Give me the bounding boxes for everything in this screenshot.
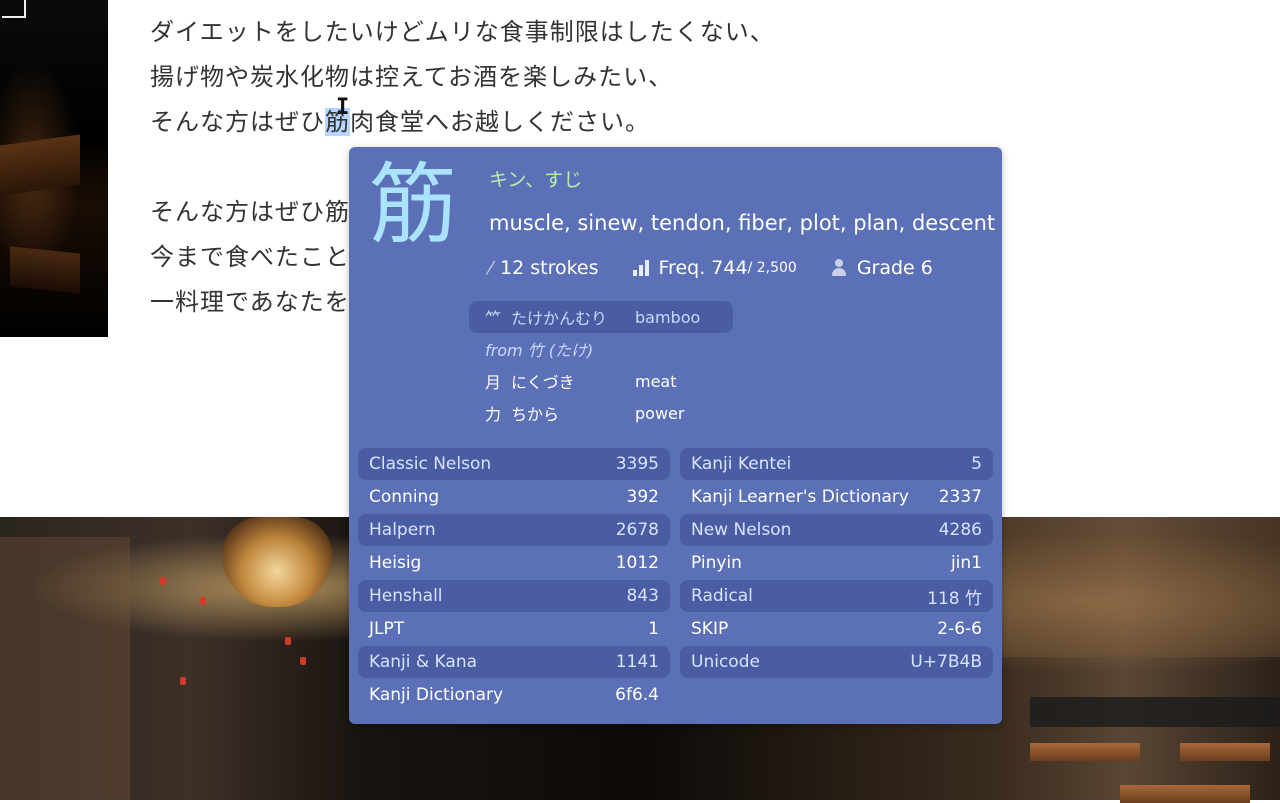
component-reading: にくづき [511, 373, 575, 392]
ref-label: JLPT [369, 619, 405, 639]
strokes-info: ⁄ 12 strokes [489, 257, 599, 279]
text-line: そんな方はぜひ筋肉食堂へお越しください。 [150, 100, 775, 145]
radical-char: ⺮ [485, 309, 502, 328]
ref-value: 1 [648, 619, 659, 639]
ref-value: 843 [626, 586, 659, 606]
text-segment: 肉食堂へお越しください。 [350, 108, 650, 136]
photo-light [180, 677, 186, 685]
photo-table [1120, 785, 1250, 803]
photo-table [0, 134, 80, 196]
ref-row: Kanji & Kana 1141 [358, 646, 670, 678]
kanji-readings: キン、すじ [489, 169, 583, 191]
radical-reading: たけかんむり [511, 309, 608, 328]
photo-light [200, 597, 206, 605]
text-segment: そんな方はぜひ [150, 108, 325, 136]
references-left: Classic Nelson 3395 Conning 392 Halpern 267… [358, 448, 670, 712]
ref-value: 2678 [615, 520, 659, 540]
kanji-popup: 筋 キン、すじ muscle, sinew, tendon, fiber, pl… [349, 147, 1002, 724]
photo-decoration [2, 0, 26, 18]
ref-row: New Nelson 4286 [680, 514, 993, 546]
popup-kanji: 筋 [369, 153, 458, 256]
ref-row: Halpern 2678 [358, 514, 670, 546]
pencil-icon: ⁄ [489, 257, 493, 279]
ref-label: Kanji Learner's Dictionary [691, 487, 909, 507]
ref-value: 1141 [615, 652, 659, 672]
ref-label: Kanji & Kana [369, 652, 478, 672]
photo-light [160, 577, 166, 585]
ref-label: Radical [691, 586, 753, 606]
frequency-info: Freq. 744 / 2,500 [632, 257, 797, 279]
photo-bench [1030, 697, 1280, 727]
ref-value: 392 [626, 487, 659, 507]
radical-meaning: bamboo [635, 307, 701, 327]
radical-from: from 竹 (たけ) [485, 341, 594, 360]
person-icon [831, 259, 847, 277]
ref-row: Conning 392 [358, 481, 670, 513]
photo-light [300, 657, 306, 665]
frequency-value: Freq. 744 [658, 257, 748, 279]
photo-lamp [222, 517, 332, 607]
text-cursor-icon: I [336, 95, 350, 120]
ref-row: Classic Nelson 3395 [358, 448, 670, 480]
references-right: Kanji Kentei 5 Kanji Learner's Dictionary… [680, 448, 993, 679]
grade-info: Grade 6 [831, 257, 933, 279]
kanji-meta: ⁄ 12 strokes Freq. 744 / 2,500 Grade 6 [489, 257, 967, 279]
component-char: 力 [485, 405, 502, 424]
ref-row: JLPT 1 [358, 613, 670, 645]
frequency-total: / 2,500 [747, 260, 797, 276]
radical-row: ⺮ たけかんむり bamboo [469, 301, 733, 333]
component-row: 月 にくづき meat [469, 365, 677, 397]
ref-value: 1012 [615, 553, 659, 573]
photo-table [1180, 743, 1270, 761]
strokes-value: 12 strokes [500, 257, 599, 279]
ref-row: SKIP 2-6-6 [680, 613, 993, 645]
ref-row: Unicode U+7B4B [680, 646, 993, 678]
ref-label: Unicode [691, 652, 760, 672]
ref-value: jin1 [950, 553, 982, 573]
component-row: 力 ちから power [469, 397, 684, 429]
ref-value: U+7B4B [910, 652, 982, 672]
photo-table [1030, 743, 1140, 761]
component-meaning: meat [635, 371, 677, 391]
ref-row: Henshall 843 [358, 580, 670, 612]
ref-row: Kanji Kentei 5 [680, 448, 993, 480]
ref-value: 6f6.4 [615, 685, 659, 705]
ref-label: Heisig [369, 553, 422, 573]
component-meaning: power [635, 403, 685, 423]
component-char: 月 [485, 373, 502, 392]
photo-light [285, 637, 291, 645]
ref-value: 2-6-6 [937, 619, 982, 639]
ref-label: Pinyin [691, 553, 742, 573]
photo-table [10, 246, 80, 294]
kanji-meanings: muscle, sinew, tendon, fiber, plot, plan… [489, 211, 996, 235]
ref-label: New Nelson [691, 520, 792, 540]
component-reading: ちから [511, 405, 560, 424]
text-line: 揚げ物や炭水化物は控えてお酒を楽しみたい、 [150, 63, 674, 91]
left-photo [0, 0, 108, 337]
ref-label: Conning [369, 487, 440, 507]
ref-label: Classic Nelson [369, 454, 492, 474]
ref-label: Kanji Dictionary [369, 685, 504, 705]
text-line: ダイエットをしたいけどムリな食事制限はしたくない、 [150, 18, 775, 46]
frequency-bars-icon [632, 260, 651, 276]
ref-value: 118 竹 [927, 588, 982, 609]
ref-value: 2337 [938, 487, 982, 507]
ref-value: 3395 [615, 454, 659, 474]
ref-row: Kanji Learner's Dictionary 2337 [680, 481, 993, 513]
ref-label: Henshall [369, 586, 443, 606]
ref-label: Halpern [369, 520, 436, 540]
ref-label: Kanji Kentei [691, 454, 792, 474]
ref-row: Radical 118 竹 [680, 580, 993, 612]
ref-row: Pinyin jin1 [680, 547, 993, 579]
ref-row: Kanji Dictionary 6f6.4 [358, 679, 670, 711]
ref-value: 5 [971, 454, 982, 474]
ref-value: 4286 [938, 520, 982, 540]
ref-row: Heisig 1012 [358, 547, 670, 579]
photo-wall [0, 537, 130, 800]
photo-wall [1000, 517, 1280, 657]
grade-value: Grade 6 [856, 257, 933, 279]
ref-label: SKIP [691, 619, 729, 639]
